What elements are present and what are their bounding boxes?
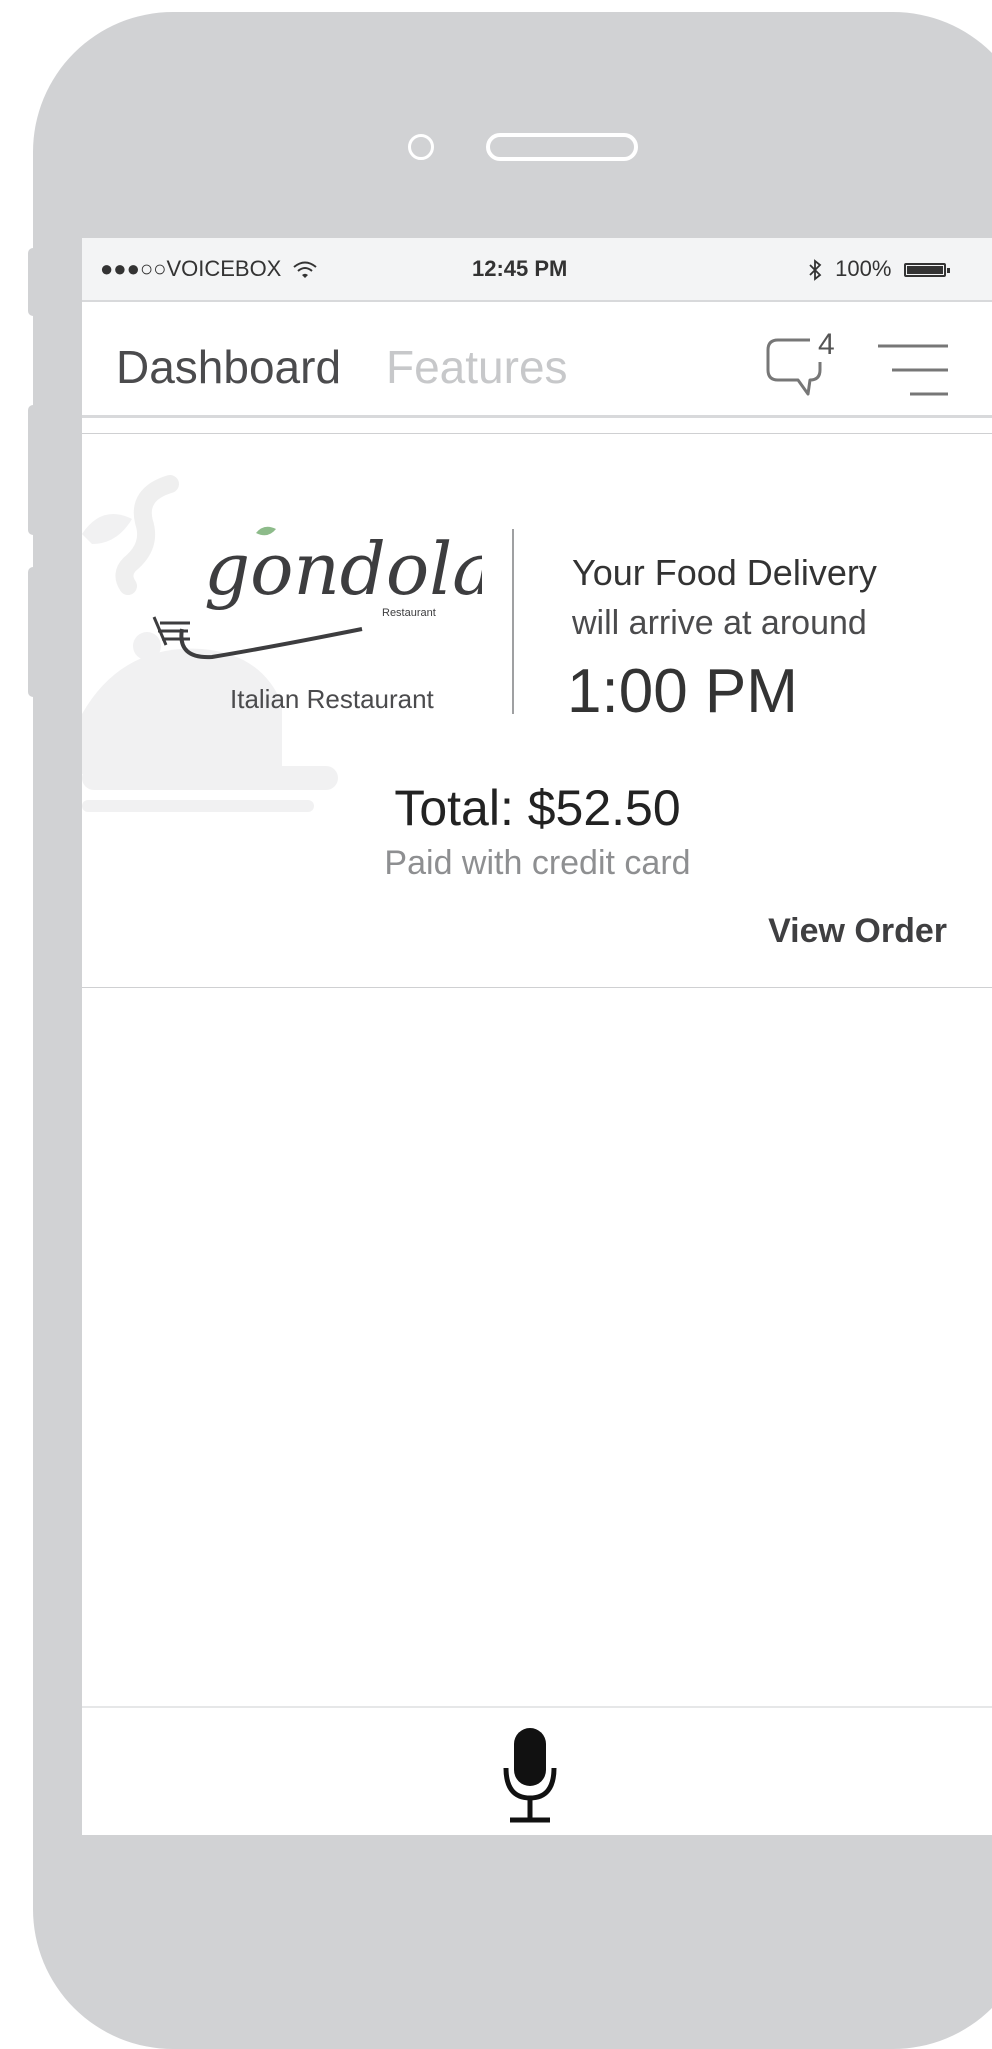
vertical-divider: [512, 529, 514, 714]
restaurant-type: Italian Restaurant: [230, 684, 434, 714]
volume-up-button: [28, 405, 38, 535]
microphone-icon[interactable]: [500, 1726, 560, 1826]
tab-dashboard[interactable]: Dashboard: [116, 340, 341, 394]
voice-input-bar: [82, 1706, 992, 1835]
svg-text:gondola: gondola: [204, 527, 482, 611]
status-right: 100%: [807, 256, 950, 282]
mute-switch: [28, 248, 38, 316]
delivery-eta-time: 1:00 PM: [567, 657, 798, 726]
chat-badge-count: 4: [818, 328, 835, 361]
view-order-link[interactable]: View Order: [768, 912, 947, 951]
tab-features[interactable]: Features: [386, 340, 568, 394]
front-camera: [408, 134, 434, 160]
earpiece-speaker: [486, 133, 638, 161]
status-bar: ●●●○○VOICEBOX 12:45 PM 100%: [82, 238, 992, 302]
bluetooth-icon: [809, 259, 822, 282]
battery-icon: [903, 263, 950, 278]
restaurant-logo: gondola Restaurant: [152, 526, 482, 660]
order-card: gondola Restaurant Italian Restaurant Yo…: [82, 433, 992, 988]
delivery-title: Your Food Delivery: [572, 552, 877, 593]
status-time: 12:45 PM: [472, 256, 568, 281]
hamburger-menu-icon[interactable]: [878, 342, 948, 398]
battery-percent: 100%: [835, 256, 892, 281]
payment-note: Paid with credit card: [384, 844, 691, 882]
carrier-signal: ●●●○○VOICEBOX: [100, 256, 318, 282]
top-navigation: Dashboard Features 4: [82, 302, 992, 418]
phone-screen: ●●●○○VOICEBOX 12:45 PM 100% Dashboard Fe…: [82, 238, 992, 1835]
volume-down-button: [28, 567, 38, 697]
delivery-subtitle: will arrive at around: [572, 604, 867, 642]
wifi-icon: [292, 261, 317, 279]
order-total: Total: $52.50: [394, 780, 681, 836]
svg-text:Restaurant: Restaurant: [382, 607, 436, 619]
